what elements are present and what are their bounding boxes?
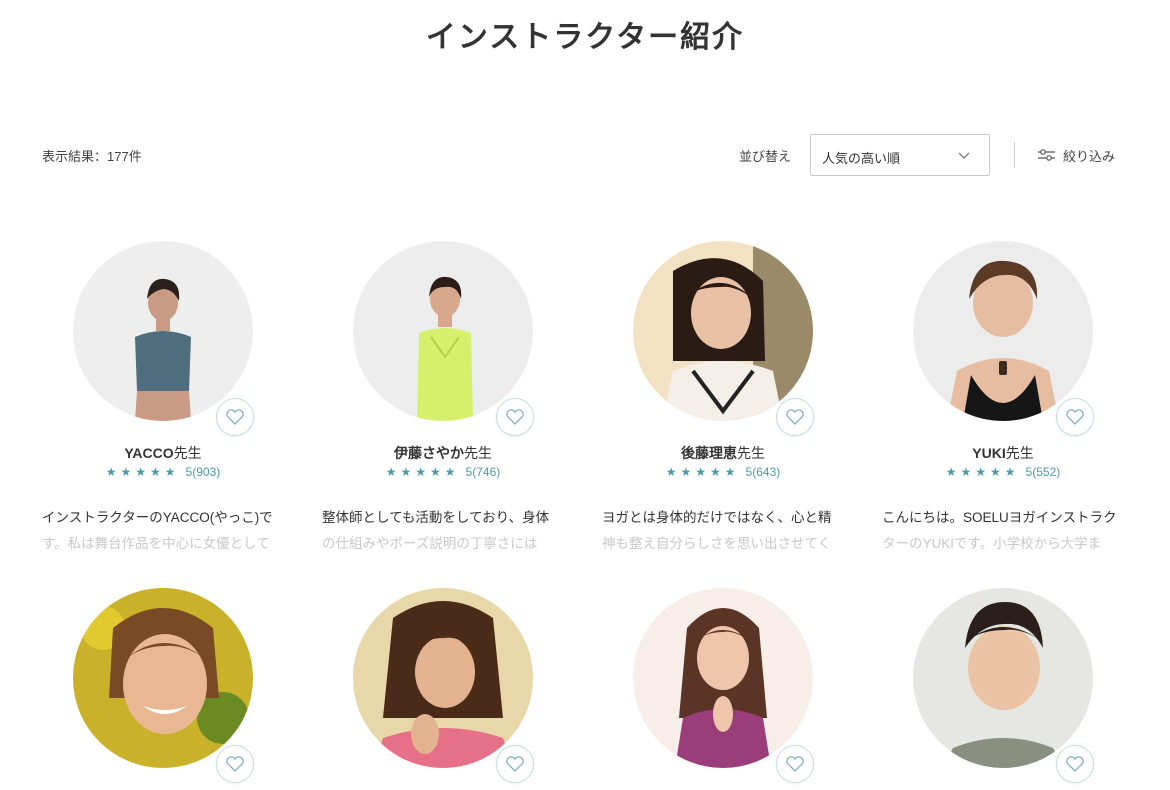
instructor-card[interactable]	[42, 588, 282, 790]
instructor-rating: ★★★★★ 5(643)	[602, 465, 844, 479]
instructor-bio: こんにちは。SOELUヨガインストラク ターのYUKIです。小学校から大学ま	[882, 510, 1117, 551]
heart-outline-icon	[1066, 756, 1084, 772]
instructor-bio: 整体師としても活動をしており、身体 の仕組みやポーズ説明の丁寧さには	[322, 510, 550, 551]
page-title: インストラクター紹介	[425, 21, 745, 54]
favorite-button[interactable]	[496, 745, 534, 783]
instructor-photo[interactable]	[913, 241, 1093, 421]
instructor-name[interactable]: YUKI先生	[882, 443, 1124, 463]
instructor-photo[interactable]	[633, 241, 813, 421]
results-toolbar: 表示結果：177件 並び替え 人気の高い順 絞り込み	[42, 134, 1116, 176]
rating-stars: ★★★★★	[105, 465, 180, 479]
rating-count: 5(746)	[465, 465, 501, 479]
rating-count: 5(903)	[185, 465, 221, 479]
heart-outline-icon	[226, 409, 244, 425]
favorite-button[interactable]	[1056, 745, 1094, 783]
instructor-card[interactable]: 後藤理恵先生 ★★★★★ 5(643) ヨガとは身体的だけではなく、心と精 神も整え…	[602, 241, 842, 571]
favorite-button[interactable]	[776, 745, 814, 783]
instructor-photo[interactable]	[633, 588, 813, 768]
heart-outline-icon	[506, 756, 524, 772]
rating-count: 5(552)	[1025, 465, 1061, 479]
rating-stars: ★★★★★	[945, 465, 1020, 479]
favorite-button[interactable]	[776, 398, 814, 436]
instructor-card[interactable]: 伊藤さやか先生 ★★★★★ 5(746) 整体師としても活動をしており、身体 の仕組…	[322, 241, 562, 571]
instructor-photo[interactable]	[353, 241, 533, 421]
instructor-photo[interactable]	[913, 588, 1093, 768]
instructor-bio: インストラクターのYACCO(やっこ)で す。私は舞台作品を中心に女優として	[42, 510, 273, 551]
filter-button[interactable]: 絞り込み	[1038, 144, 1115, 166]
sliders-icon	[1038, 149, 1055, 161]
instructor-photo[interactable]	[353, 588, 533, 768]
instructor-card[interactable]	[322, 588, 562, 790]
instructor-photo[interactable]	[73, 588, 253, 768]
instructor-card[interactable]: YUKI先生 ★★★★★ 5(552) こんにちは。SOELUヨガインストラク ター…	[882, 241, 1122, 571]
heart-outline-icon	[506, 409, 524, 425]
instructor-rating: ★★★★★ 5(903)	[42, 465, 284, 479]
rating-stars: ★★★★★	[665, 465, 740, 479]
heart-outline-icon	[1066, 409, 1084, 425]
rating-count: 5(643)	[745, 465, 781, 479]
instructor-card[interactable]	[602, 588, 842, 790]
favorite-button[interactable]	[1056, 398, 1094, 436]
instructor-bio: ヨガとは身体的だけではなく、心と精 神も整え自分らしさを思い出させてく	[602, 510, 832, 551]
instructor-rating: ★★★★★ 5(552)	[882, 465, 1124, 479]
favorite-button[interactable]	[216, 398, 254, 436]
result-count: 表示結果：177件	[42, 149, 142, 164]
heart-outline-icon	[226, 756, 244, 772]
sort-selected-value: 人気の高い順	[822, 151, 901, 166]
toolbar-divider	[1014, 142, 1015, 168]
favorite-button[interactable]	[216, 745, 254, 783]
instructor-photo[interactable]	[73, 241, 253, 421]
favorite-button[interactable]	[496, 398, 534, 436]
heart-outline-icon	[786, 409, 804, 425]
instructor-card[interactable]: YACCO先生 ★★★★★ 5(903) インストラクターのYACCO(やっこ)で…	[42, 241, 282, 571]
instructor-name[interactable]: 後藤理恵先生	[602, 443, 844, 463]
instructor-card[interactable]	[882, 588, 1122, 790]
filter-label: 絞り込み	[1063, 148, 1116, 164]
heart-outline-icon	[786, 756, 804, 772]
sort-select[interactable]: 人気の高い順	[810, 134, 990, 176]
instructor-name[interactable]: 伊藤さやか先生	[322, 443, 564, 463]
instructor-rating: ★★★★★ 5(746)	[322, 465, 564, 479]
rating-stars: ★★★★★	[385, 465, 460, 479]
chevron-down-icon	[958, 152, 970, 159]
instructor-name[interactable]: YACCO先生	[42, 443, 284, 463]
sort-label: 並び替え	[739, 149, 792, 164]
